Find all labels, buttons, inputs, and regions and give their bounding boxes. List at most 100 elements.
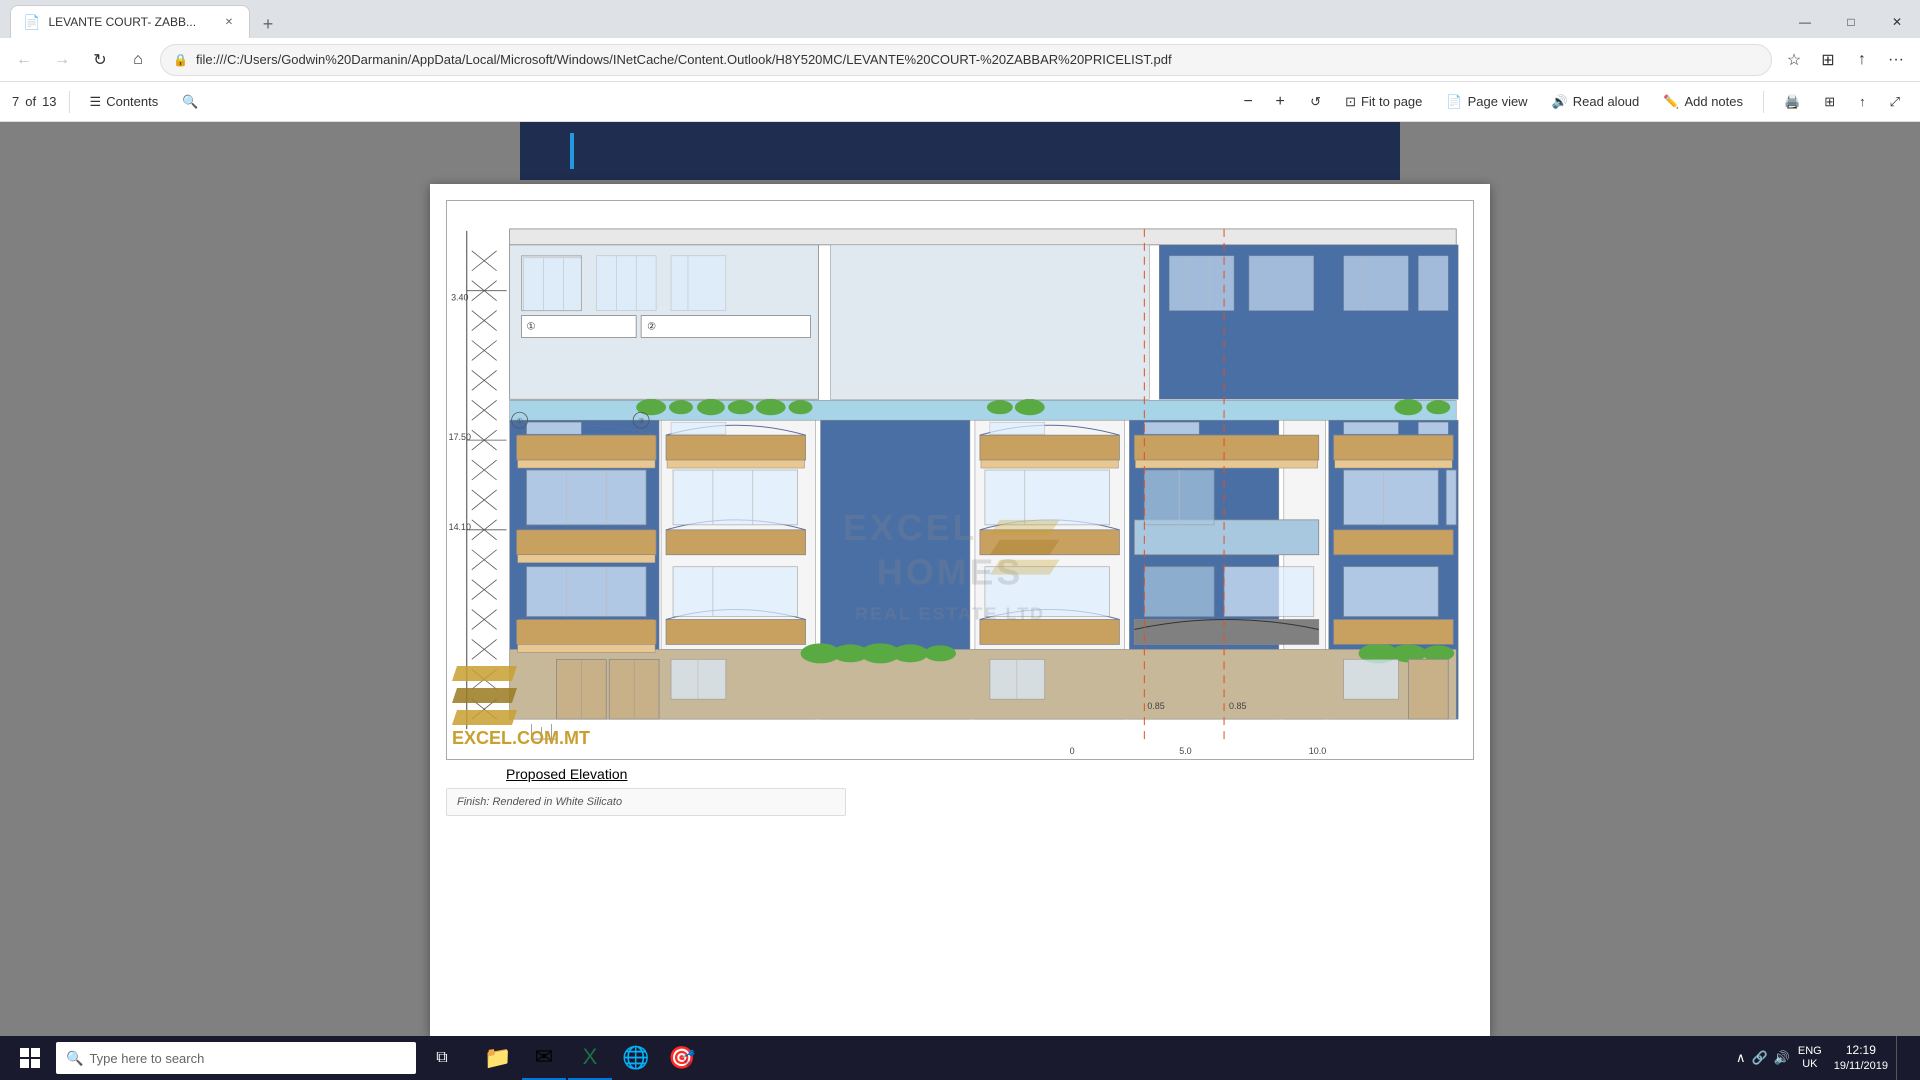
svg-text:0: 0 xyxy=(1070,746,1075,756)
active-tab[interactable]: 📄 LEVANTE COURT- ZABB... ✕ xyxy=(10,5,250,38)
expand-button[interactable]: ⤢ xyxy=(1882,90,1908,114)
contents-icon: ☰ xyxy=(90,94,102,110)
more-tools-button[interactable]: ⊞ xyxy=(1816,90,1843,114)
favorites-button[interactable]: ☆ xyxy=(1778,44,1810,76)
drawing-footer: Proposed Elevation xyxy=(446,760,1474,786)
total-pages: 13 xyxy=(42,94,56,109)
taskbar-app-other[interactable]: 🎯 xyxy=(660,1036,704,1080)
nav-bar: ← → ↻ ⌂ 🔒 file:///C:/Users/Godwin%20Darm… xyxy=(0,38,1920,82)
pdf-toolbar: 7 of 13 ☰ Contents 🔍 − + ↺ ⊡ Fit to page… xyxy=(0,82,1920,122)
contents-label: Contents xyxy=(106,94,158,109)
drawing-label: Proposed Elevation xyxy=(506,766,627,782)
collections-button[interactable]: ⊞ xyxy=(1812,44,1844,76)
search-pdf-button[interactable]: 🔍 xyxy=(174,90,206,114)
address-bar[interactable]: 🔒 file:///C:/Users/Godwin%20Darmanin/App… xyxy=(160,44,1772,76)
home-button[interactable]: ⌂ xyxy=(122,44,154,76)
taskbar-search-icon: 🔍 xyxy=(66,1050,83,1067)
elevation-svg: 3.40 17.50 14.10 xyxy=(447,201,1473,759)
rotate-button[interactable]: ↺ xyxy=(1302,90,1329,114)
taskbar-app-explorer[interactable]: 📁 xyxy=(476,1036,520,1080)
tray-up-icon[interactable]: ∧ xyxy=(1736,1050,1746,1066)
fit-to-page-button[interactable]: ⊡ Fit to page xyxy=(1337,90,1430,114)
svg-text:REAL ESTATE LTD: REAL ESTATE LTD xyxy=(855,604,1045,624)
zoom-out-button[interactable]: − xyxy=(1234,88,1262,116)
task-view-button[interactable]: ⧉ xyxy=(420,1036,464,1080)
lock-icon: 🔒 xyxy=(173,53,188,67)
toolbar-divider-1 xyxy=(69,91,70,113)
elevation-drawing: 3.40 17.50 14.10 xyxy=(446,200,1474,760)
network-icon[interactable]: 🔗 xyxy=(1752,1050,1768,1066)
fit-icon: ⊡ xyxy=(1345,94,1356,110)
notes-label: Add notes xyxy=(1684,94,1743,109)
minimize-button[interactable]: — xyxy=(1782,6,1828,38)
svg-text:②: ② xyxy=(647,322,656,333)
page-separator: of xyxy=(25,94,36,109)
print-button[interactable]: 🖨️ xyxy=(1776,90,1808,114)
close-button[interactable]: ✕ xyxy=(1874,6,1920,38)
svg-text:14.10: 14.10 xyxy=(449,522,471,532)
window-controls: — □ ✕ xyxy=(1782,6,1920,38)
forward-button[interactable]: → xyxy=(46,44,78,76)
legend-bar: Finish: Rendered in White Silicato xyxy=(446,788,846,816)
svg-text:17.50: 17.50 xyxy=(449,432,471,442)
contents-button[interactable]: ☰ Contents xyxy=(82,90,167,114)
taskbar-apps: 📁 ✉ X 🌐 🎯 xyxy=(476,1036,704,1080)
taskbar-app-excel[interactable]: X xyxy=(568,1036,612,1080)
read-aloud-button[interactable]: 🔊 Read aloud xyxy=(1544,90,1648,114)
start-button[interactable] xyxy=(8,1036,52,1080)
current-page: 7 xyxy=(12,94,19,109)
app-icon: 🎯 xyxy=(668,1045,695,1071)
svg-text:①: ① xyxy=(517,417,523,425)
legend-text: Finish: Rendered in White Silicato xyxy=(457,796,622,808)
svg-text:0.85: 0.85 xyxy=(1147,701,1164,711)
pageview-icon: 📄 xyxy=(1446,94,1462,110)
page-view-button[interactable]: 📄 Page view xyxy=(1438,90,1535,114)
browser-frame: 📄 LEVANTE COURT- ZABB... ✕ + — □ ✕ ← → ↻… xyxy=(0,0,1920,1080)
time-display: 12:19 xyxy=(1846,1043,1876,1059)
svg-text:0.85: 0.85 xyxy=(1229,701,1246,711)
nav-right-buttons: ☆ ⊞ ↑ ··· xyxy=(1778,44,1912,76)
address-text: file:///C:/Users/Godwin%20Darmanin/AppDa… xyxy=(196,52,1759,67)
language-indicator[interactable]: ENG UK xyxy=(1798,1045,1822,1071)
zoom-in-button[interactable]: + xyxy=(1266,88,1294,116)
rotate-icon: ↺ xyxy=(1310,94,1321,110)
tab-favicon: 📄 xyxy=(23,14,40,31)
show-desktop-button[interactable] xyxy=(1896,1036,1904,1080)
refresh-button[interactable]: ↻ xyxy=(84,44,116,76)
excel-icon: X xyxy=(583,1044,598,1070)
taskbar-clock[interactable]: 12:19 19/11/2019 xyxy=(1834,1043,1888,1073)
svg-text:EXCEL: EXCEL xyxy=(843,508,978,548)
pageview-label: Page view xyxy=(1468,94,1528,109)
explorer-icon: 📁 xyxy=(484,1045,511,1071)
tray-icons: ∧ 🔗 🔊 xyxy=(1736,1050,1790,1066)
tab-close-button[interactable]: ✕ xyxy=(221,14,237,30)
expand-icon: ⤢ xyxy=(1890,94,1900,110)
add-notes-button[interactable]: ✏️ Add notes xyxy=(1655,90,1751,114)
taskbar-search[interactable]: 🔍 Type here to search xyxy=(56,1042,416,1074)
taskbar-app-chrome[interactable]: 🌐 xyxy=(614,1036,658,1080)
svg-text:3.40: 3.40 xyxy=(451,293,468,303)
windows-logo-icon xyxy=(20,1048,40,1068)
back-button[interactable]: ← xyxy=(8,44,40,76)
share-icon: ↑ xyxy=(1859,94,1866,109)
readaloud-label: Read aloud xyxy=(1573,94,1640,109)
more-tools-icon: ⊞ xyxy=(1824,94,1835,110)
scale-ruler: 3.40 17.50 14.10 xyxy=(449,231,507,729)
toolbar-divider-2 xyxy=(1763,91,1764,113)
notes-icon: ✏️ xyxy=(1663,94,1679,110)
volume-icon[interactable]: 🔊 xyxy=(1774,1050,1790,1066)
pdf-page: 3.40 17.50 14.10 xyxy=(430,184,1490,1036)
new-tab-button[interactable]: + xyxy=(254,10,282,38)
print-icon: 🖨️ xyxy=(1784,94,1800,110)
system-tray: ∧ 🔗 🔊 ENG UK 12:19 19/11/2019 xyxy=(1728,1036,1912,1080)
chrome-icon: 🌐 xyxy=(622,1045,649,1071)
maximize-button[interactable]: □ xyxy=(1828,6,1874,38)
zoom-controls: − + xyxy=(1234,88,1294,116)
pdf-content-area: 3.40 17.50 14.10 xyxy=(0,122,1920,1036)
taskbar-app-outlook[interactable]: ✉ xyxy=(522,1036,566,1080)
share-button[interactable]: ↑ xyxy=(1846,44,1878,76)
fit-label: Fit to page xyxy=(1361,94,1422,109)
more-button[interactable]: ··· xyxy=(1880,44,1912,76)
share-pdf-button[interactable]: ↑ xyxy=(1851,90,1874,113)
svg-text:③: ③ xyxy=(638,417,644,425)
